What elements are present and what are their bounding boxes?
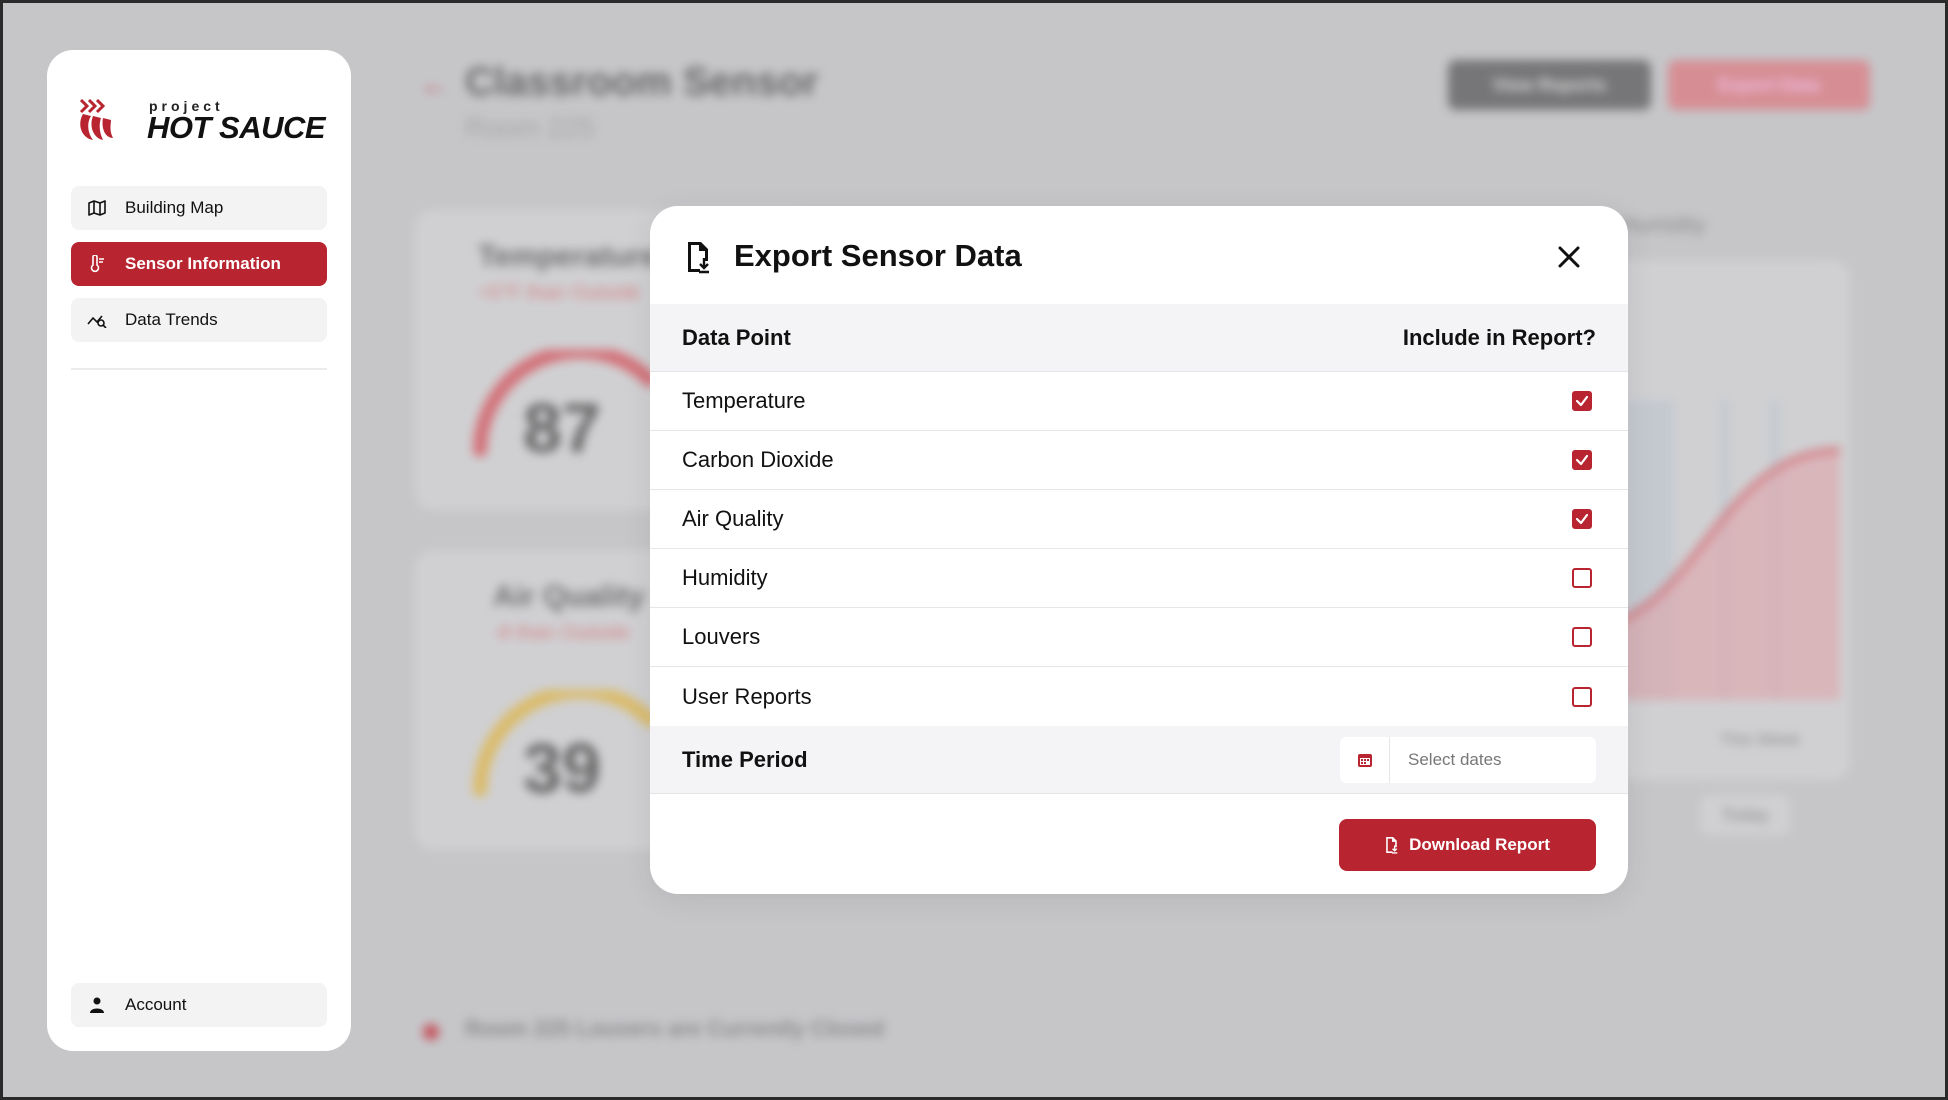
back-arrow-icon: ← [420,68,450,101]
table-row: Air Quality [650,490,1628,549]
include-checkbox-user-reports[interactable] [1572,686,1592,707]
modal-title: Export Sensor Data [734,238,1022,273]
thermometer-icon [87,254,107,274]
temperature-value: 87 [523,389,601,467]
include-checkbox-carbon-dioxide[interactable] [1572,450,1592,470]
table-header: Data Point Include in Report? [650,304,1628,372]
sidebar-item-data-trends[interactable]: Data Trends [71,298,327,342]
flame-logo-icon [79,98,113,140]
view-reports-button: View Reports [1448,60,1651,110]
humidity-chart [1620,400,1841,700]
sidebar-item-label: Data Trends [125,310,218,329]
sidebar-nav: Building Map Sensor Information Data Tre… [71,186,327,370]
sidebar-item-label: Sensor Information [125,254,281,273]
row-label: Temperature [682,388,806,413]
temperature-card-sub: +5°F than Outside [478,282,640,304]
time-period-label: Time Period [682,746,808,772]
include-checkbox-humidity[interactable] [1572,568,1592,588]
row-label: Carbon Dioxide [682,447,834,472]
include-checkbox-temperature[interactable] [1572,391,1592,411]
row-label: Air Quality [682,506,784,531]
sidebar-item-sensor-information[interactable]: Sensor Information [71,242,327,286]
calendar-icon[interactable] [1340,736,1390,783]
humidity-label: Humidity [1620,212,1706,237]
table-row: Louvers [650,608,1628,667]
table-row: Temperature [650,372,1628,431]
file-download-icon [1385,836,1399,854]
air-quality-value: 39 [523,729,601,807]
download-report-button[interactable]: Download Report [1339,819,1596,871]
map-icon [87,198,107,218]
row-label: User Reports [682,683,812,709]
export-data-button: Export Data [1668,60,1870,110]
user-icon [87,995,107,1015]
table-row: Humidity [650,549,1628,608]
louvers-status-icon [423,1024,439,1040]
close-icon[interactable] [1556,244,1582,270]
download-report-label: Download Report [1409,835,1550,854]
date-input-placeholder[interactable]: Select dates [1390,737,1596,783]
include-checkbox-louvers[interactable] [1572,627,1592,647]
account-label: Account [125,995,187,1014]
louvers-status-text: Room 225 Louvers are Currently Closed [465,1016,885,1041]
table-row: Carbon Dioxide [650,431,1628,490]
modal-footer: Download Report [650,794,1628,894]
time-period-row: Time Period Select dates [650,726,1628,794]
column-header-include: Include in Report? [1402,324,1596,350]
trend-icon [87,310,107,330]
export-modal: Export Sensor Data Data Point Include in… [650,206,1628,894]
sidebar: project HOT SAUCE Building Map Sensor In… [47,50,351,1051]
temperature-card-title: Temperature [478,240,658,273]
file-download-icon [688,242,709,274]
page-title: Classroom Sensor [465,60,819,104]
brand-logo: project HOT SAUCE [71,74,327,158]
table-row: User Reports [650,667,1628,726]
account-button[interactable]: Account [71,983,327,1027]
this-week-label: This Week [1720,730,1800,749]
row-label: Louvers [682,624,761,649]
brand-name: HOT SAUCE [147,110,326,145]
date-range-picker[interactable]: Select dates [1340,736,1596,783]
page-subtitle: Room 225 [465,112,595,143]
data-point-list: Temperature Carbon Dioxide Air Quality H… [650,372,1628,726]
sidebar-divider [71,368,327,370]
sidebar-item-building-map[interactable]: Building Map [71,186,327,230]
row-label: Humidity [682,565,768,590]
include-checkbox-air-quality[interactable] [1572,509,1592,529]
column-header-data-point: Data Point [682,324,791,350]
today-pill: Today [1700,795,1790,835]
air-quality-card-sub: -8 than Outside [493,622,630,644]
modal-header: Export Sensor Data [650,206,1628,304]
sidebar-item-label: Building Map [125,198,224,217]
air-quality-card-title: Air Quality [493,580,645,613]
